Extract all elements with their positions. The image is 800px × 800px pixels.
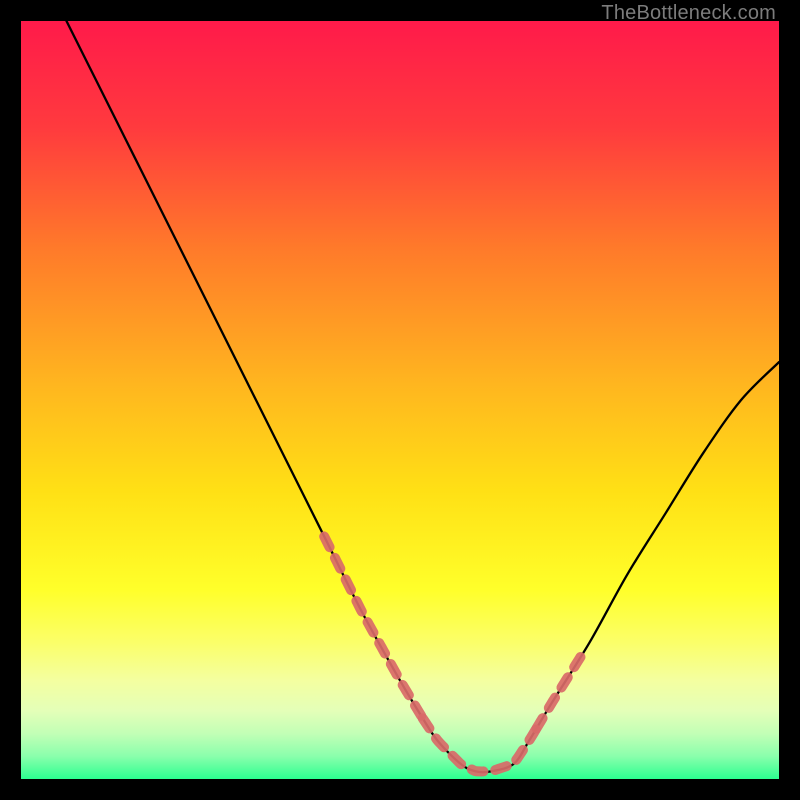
chart-svg <box>21 21 779 779</box>
gradient-background <box>21 21 779 779</box>
chart-frame <box>21 21 779 779</box>
attribution-text: TheBottleneck.com <box>601 2 776 25</box>
